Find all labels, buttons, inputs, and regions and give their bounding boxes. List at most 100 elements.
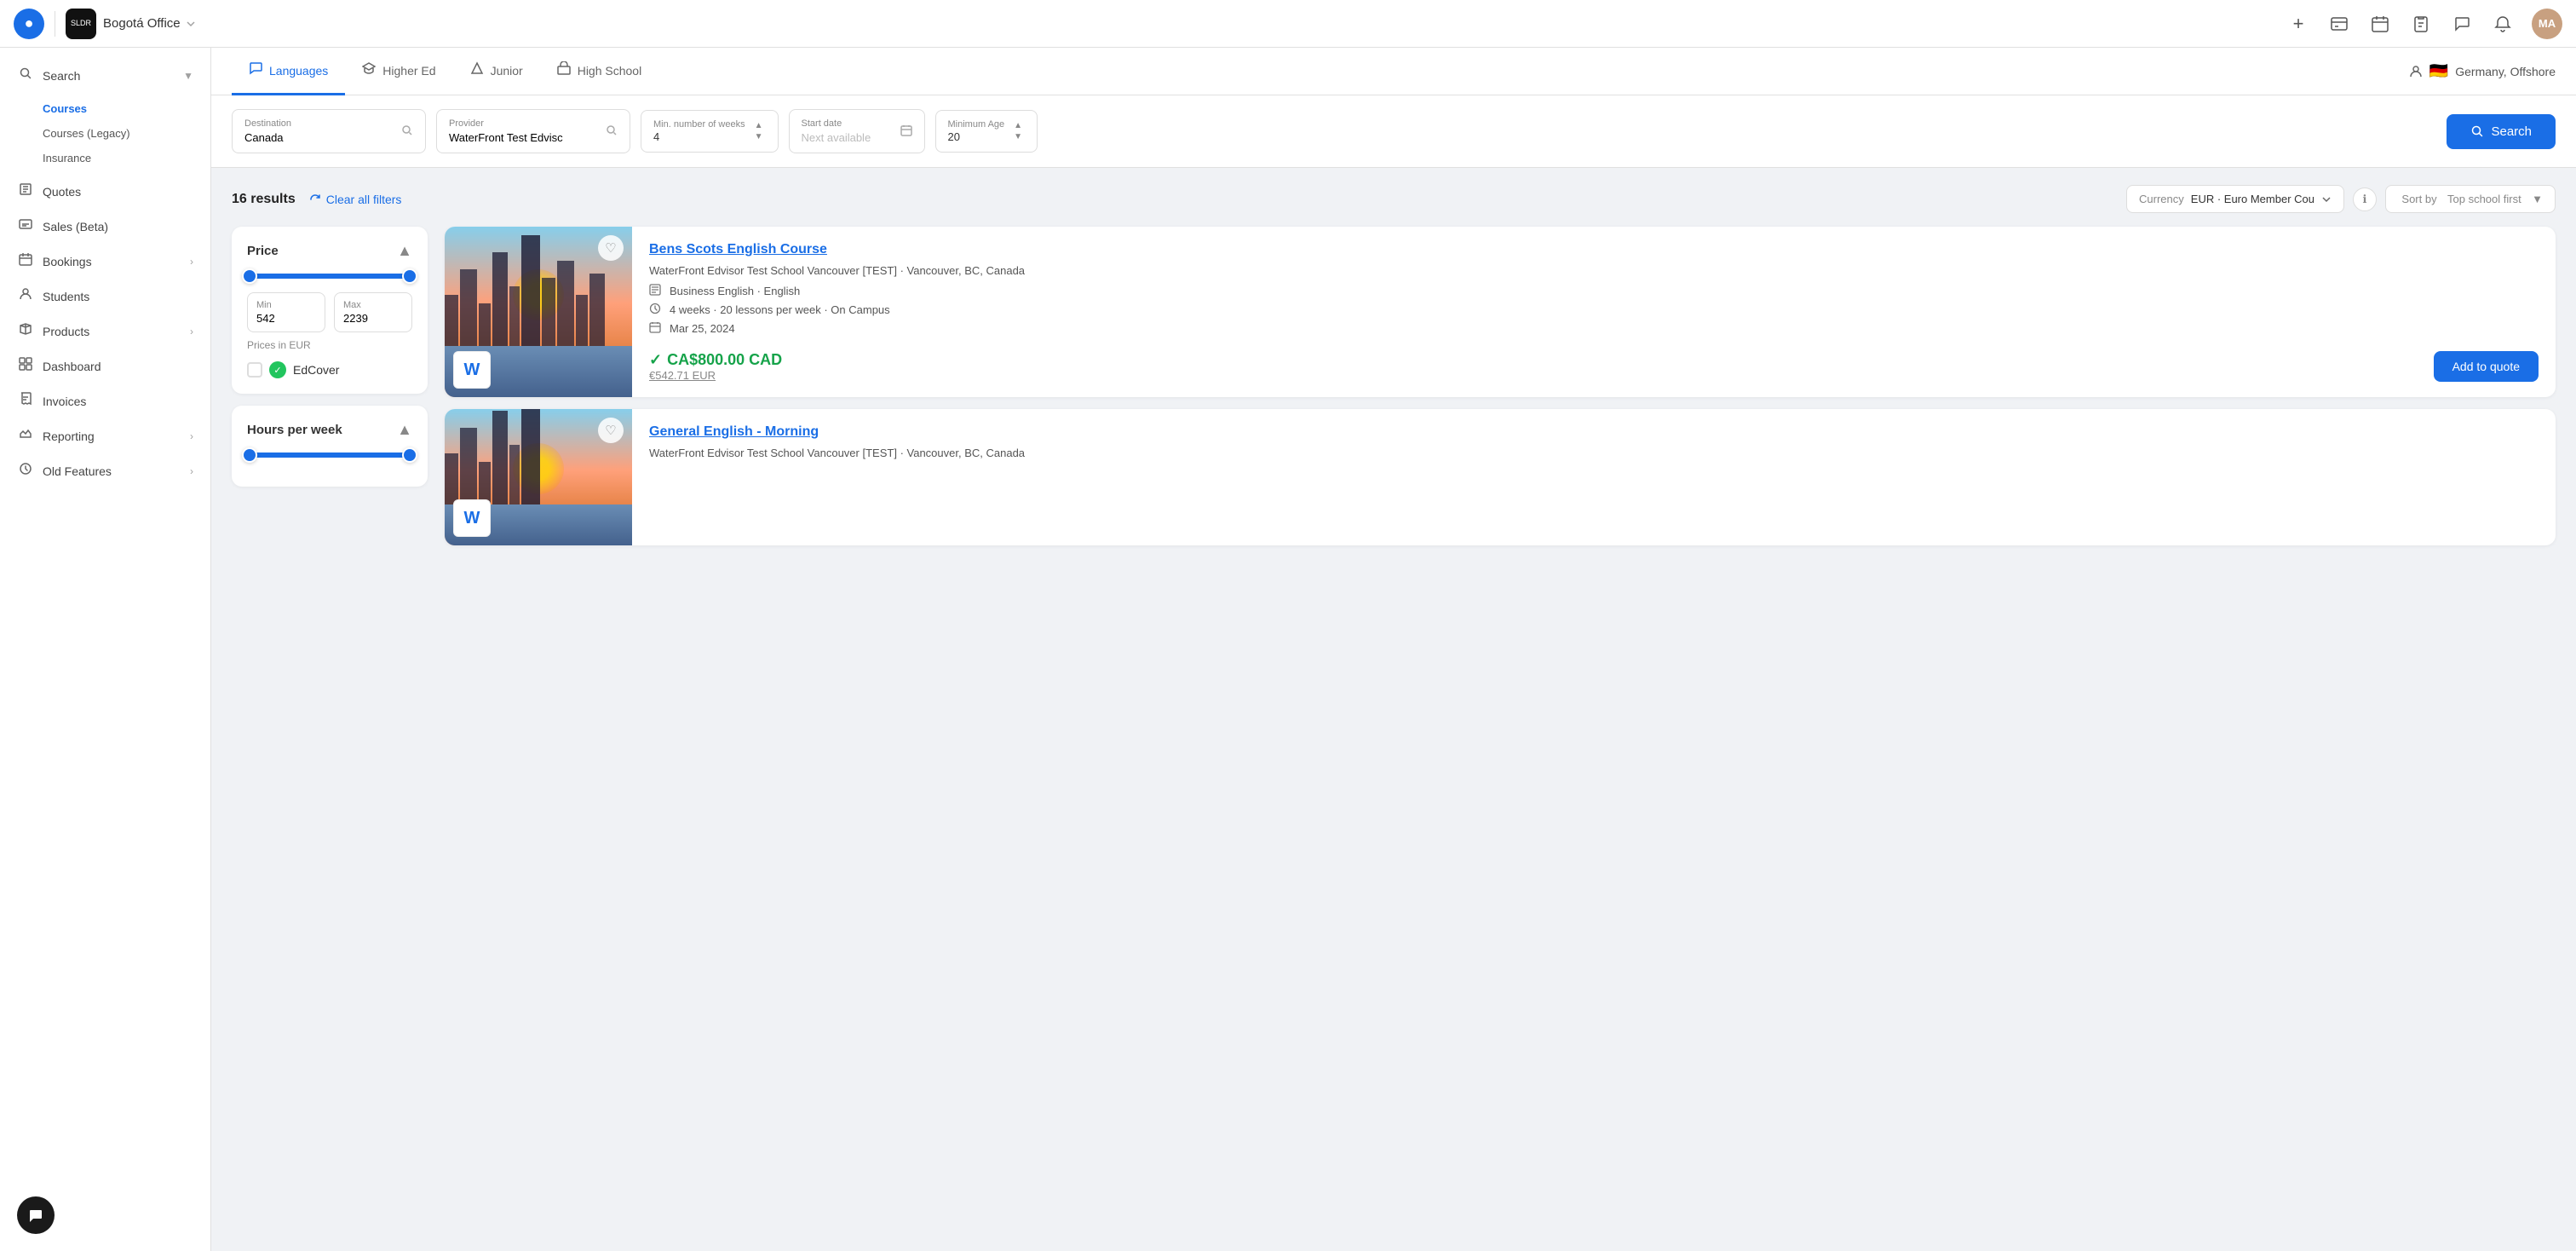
- sidebar-item-old-features[interactable]: Old Features ›: [0, 453, 210, 488]
- old-features-icon: [17, 462, 34, 480]
- junior-tab-icon: [470, 61, 484, 79]
- sidebar-item-insurance[interactable]: Insurance: [43, 146, 210, 170]
- price-min-box[interactable]: Min: [247, 292, 325, 332]
- quotes-icon: [17, 182, 34, 200]
- hours-handle-left[interactable]: [242, 447, 257, 463]
- destination-input[interactable]: [244, 131, 394, 144]
- office-name: Bogotá Office: [103, 16, 181, 31]
- app-logo[interactable]: ●: [14, 9, 44, 39]
- course-title[interactable]: Bens Scots English Course: [649, 242, 2539, 257]
- sidebar-item-search[interactable]: Search ▼: [0, 58, 210, 93]
- course-price-cad: ✓ CA$800.00 CAD: [649, 351, 782, 369]
- min-age-down[interactable]: ▼: [1011, 132, 1025, 142]
- course-location: Vancouver, BC, Canada: [907, 264, 1026, 277]
- add-button[interactable]: +: [2286, 12, 2310, 36]
- location-text: Germany, Offshore: [2455, 65, 2556, 78]
- course-card-image: W ♡: [445, 409, 632, 545]
- edcover-badge: ✓: [269, 361, 286, 378]
- favorite-button[interactable]: ♡: [598, 235, 624, 261]
- search-btn-label: Search: [2491, 124, 2532, 139]
- school-logo: W: [453, 499, 491, 537]
- edcover-row: ✓ EdCover: [247, 361, 412, 378]
- filter-sidebar: Price ▲ Min: [232, 227, 428, 557]
- destination-filter[interactable]: Destination: [232, 109, 426, 153]
- min-age-filter[interactable]: Minimum Age 20 ▲ ▼: [935, 110, 1038, 153]
- sidebar: Search ▼ Courses Courses (Legacy) Insura…: [0, 48, 211, 1251]
- sidebar-item-courses-legacy[interactable]: Courses (Legacy): [43, 121, 210, 146]
- course-date-row: Mar 25, 2024: [649, 321, 2539, 336]
- currency-selector[interactable]: Currency EUR · Euro Member Cou: [2126, 185, 2344, 213]
- chat-icon[interactable]: [2450, 12, 2474, 36]
- building: [445, 295, 458, 346]
- course-type-icon: [649, 284, 663, 298]
- tab-high-school[interactable]: High School: [540, 48, 659, 95]
- billing-icon[interactable]: [2327, 12, 2351, 36]
- min-age-up[interactable]: ▲: [1011, 121, 1025, 131]
- tab-label: Languages: [269, 64, 328, 78]
- price-handle-left[interactable]: [242, 268, 257, 284]
- min-age-value: 20: [948, 130, 960, 143]
- sidebar-item-dashboard[interactable]: Dashboard: [0, 349, 210, 383]
- provider-filter[interactable]: Provider: [436, 109, 630, 153]
- provider-input[interactable]: [449, 131, 599, 144]
- sidebar-item-sales[interactable]: Sales (Beta): [0, 209, 210, 244]
- provider-label: Provider: [449, 118, 599, 129]
- tab-languages[interactable]: Languages: [232, 48, 345, 95]
- min-weeks-up[interactable]: ▲: [752, 121, 766, 131]
- office-selector[interactable]: Bogotá Office: [103, 16, 196, 31]
- app-icon[interactable]: SLDR: [66, 9, 96, 39]
- chat-bubble[interactable]: [17, 1196, 55, 1234]
- invoices-icon: [17, 392, 34, 410]
- edcover-checkbox[interactable]: [247, 362, 262, 378]
- calendar-icon[interactable]: [2368, 12, 2392, 36]
- clear-filters-button[interactable]: Clear all filters: [309, 193, 402, 206]
- clipboard-icon[interactable]: [2409, 12, 2433, 36]
- topbar: ● SLDR Bogotá Office + MA: [0, 0, 2576, 48]
- sort-selector[interactable]: Sort by Top school first ▼: [2385, 185, 2556, 213]
- sidebar-item-reporting[interactable]: Reporting ›: [0, 418, 210, 453]
- notifications-icon[interactable]: [2491, 12, 2515, 36]
- sidebar-item-quotes[interactable]: Quotes: [0, 174, 210, 209]
- min-age-stepper[interactable]: ▲ ▼: [1011, 121, 1025, 142]
- price-handle-right[interactable]: [402, 268, 417, 284]
- sidebar-item-bookings[interactable]: Bookings ›: [0, 244, 210, 279]
- user-avatar[interactable]: MA: [2532, 9, 2562, 39]
- sidebar-item-label: Products: [43, 325, 89, 338]
- sidebar-item-courses[interactable]: Courses: [43, 96, 210, 121]
- sidebar-item-invoices[interactable]: Invoices: [0, 383, 210, 418]
- search-button[interactable]: Search: [2447, 114, 2556, 149]
- location-info: 🇩🇪 Germany, Offshore: [2409, 62, 2556, 80]
- hours-collapse-button[interactable]: ▲: [397, 421, 412, 439]
- building: [576, 295, 588, 346]
- course-title[interactable]: General English - Morning: [649, 424, 2539, 440]
- destination-search-icon: [401, 124, 413, 139]
- tab-junior[interactable]: Junior: [453, 48, 540, 95]
- chat-tab-icon: [249, 61, 262, 79]
- price-collapse-button[interactable]: ▲: [397, 242, 412, 260]
- price-max-input[interactable]: [343, 312, 403, 325]
- min-weeks-stepper[interactable]: ▲ ▼: [752, 121, 766, 142]
- hours-slider[interactable]: [247, 453, 412, 458]
- price-max-box[interactable]: Max: [334, 292, 412, 332]
- building: [521, 235, 540, 346]
- price-block: ✓ CA$800.00 CAD €542.71 EUR: [649, 351, 782, 382]
- tab-higher-ed[interactable]: Higher Ed: [345, 48, 452, 95]
- hours-handle-right[interactable]: [402, 447, 417, 463]
- price-min-label: Min: [256, 300, 316, 310]
- topbar-actions: + MA: [2286, 9, 2562, 39]
- sidebar-item-students[interactable]: Students: [0, 279, 210, 314]
- flag-icon: 🇩🇪: [2429, 62, 2448, 80]
- add-to-quote-button[interactable]: Add to quote: [2434, 351, 2539, 382]
- start-date-filter[interactable]: Start date Next available: [789, 109, 925, 153]
- sidebar-item-products[interactable]: Products ›: [0, 314, 210, 349]
- results-layout: Price ▲ Min: [232, 227, 2556, 557]
- price-min-input[interactable]: [256, 312, 316, 325]
- school-name: WaterFront Edvisor Test School Vancouver…: [649, 447, 897, 459]
- course-card: W ♡ Bens Scots English Course WaterFront…: [445, 227, 2556, 397]
- min-weeks-filter[interactable]: Min. number of weeks 4 ▲ ▼: [641, 110, 779, 153]
- building: [492, 252, 508, 346]
- info-button[interactable]: ℹ: [2353, 187, 2377, 211]
- min-weeks-down[interactable]: ▼: [752, 132, 766, 142]
- price-slider[interactable]: [247, 274, 412, 279]
- favorite-button[interactable]: ♡: [598, 418, 624, 443]
